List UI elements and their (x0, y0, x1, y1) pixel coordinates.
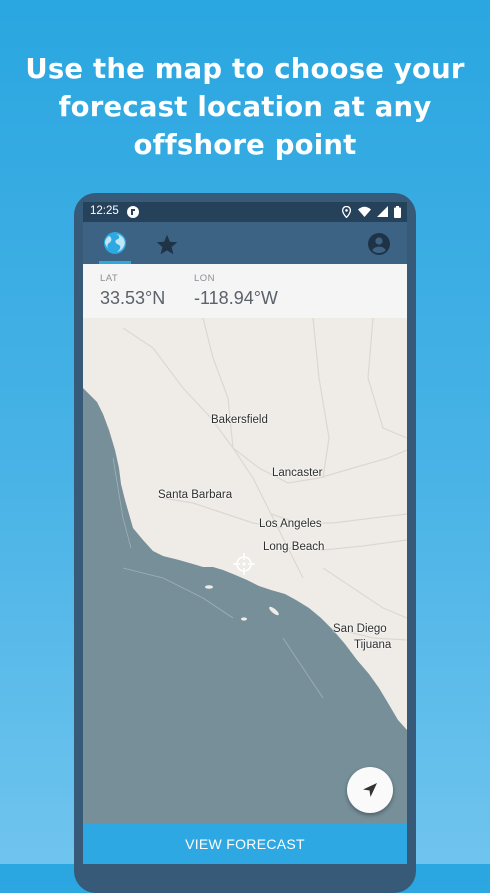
city-label: Tijuana (354, 639, 392, 651)
phone-screen: 12:25 LAT 33.53°N LON -118.94°W Bakersfi… (83, 202, 407, 864)
battery-icon (394, 206, 401, 218)
wifi-icon (357, 206, 371, 217)
land-mass (83, 318, 407, 730)
city-label: Long Beach (263, 541, 325, 553)
status-time: 12:25 (90, 205, 119, 217)
headline-line-1: Use the map to choose your (25, 53, 465, 85)
city-label: Los Angeles (259, 518, 322, 530)
tab-favorites[interactable] (155, 233, 179, 257)
headline-line-3: offshore point (133, 129, 357, 161)
map-graphics (83, 318, 407, 730)
city-label: Bakersfield (211, 414, 268, 426)
status-icons (339, 206, 401, 218)
headline-line-2: forecast location at any (58, 91, 432, 123)
lon-label: LON (194, 273, 216, 284)
app-bar (83, 222, 407, 264)
city-label: San Diego (333, 623, 387, 635)
promo-headline: Use the map to choose your forecast loca… (0, 50, 490, 164)
coordinates-panel: LAT 33.53°N LON -118.94°W (83, 264, 407, 319)
my-location-button[interactable] (347, 767, 393, 813)
lon-value: -118.94°W (194, 288, 278, 308)
city-label: Lancaster (272, 467, 323, 479)
city-label: Santa Barbara (158, 489, 233, 501)
signal-icon (376, 206, 388, 217)
lat-label: LAT (100, 273, 119, 284)
star-icon (156, 234, 178, 255)
location-pin-icon (342, 206, 352, 218)
account-circle-icon (368, 233, 390, 255)
account-button[interactable] (367, 232, 391, 256)
lat-value: 33.53°N (100, 288, 166, 308)
navigation-arrow-icon (363, 783, 377, 797)
status-bar: 12:25 (83, 202, 407, 222)
view-forecast-button[interactable]: VIEW FORECAST (83, 824, 407, 864)
globe-icon (104, 232, 126, 254)
app-notification-icon (127, 206, 139, 218)
tab-map[interactable] (99, 222, 131, 264)
map-view[interactable]: Bakersfield Lancaster Santa Barbara Los … (83, 318, 407, 824)
